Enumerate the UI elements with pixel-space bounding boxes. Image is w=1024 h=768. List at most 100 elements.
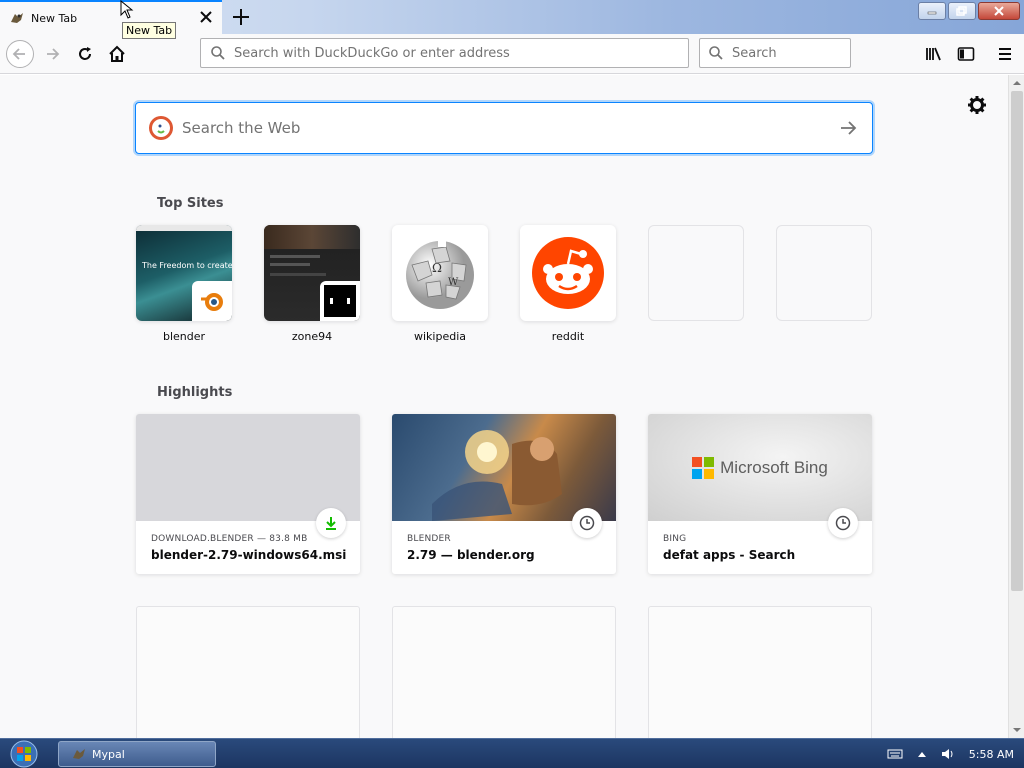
highlight-card-bing[interactable]: Microsoft Bing BING defat apps - Search: [648, 414, 872, 574]
highlight-context: BING: [663, 534, 687, 544]
mypal-taskbar-icon: [73, 749, 85, 759]
top-site-label: reddit: [551, 330, 585, 343]
vertical-scrollbar[interactable]: [1008, 75, 1024, 738]
window-controls: [918, 2, 1020, 20]
top-site-thumbnail[interactable]: [264, 225, 360, 321]
taskbar: Mypal 5:58 AM: [0, 738, 1024, 768]
download-icon: [316, 508, 346, 538]
top-site-thumbnail[interactable]: The Freedom to create: [136, 225, 232, 321]
new-tab-page: Search the Web Top Sites The Freedom to …: [0, 75, 1008, 738]
restore-button[interactable]: [948, 2, 976, 20]
highlight-card-download[interactable]: DOWNLOAD.BLENDER — 83.8 MB blender-2.79-…: [136, 414, 360, 574]
top-site-empty-slot[interactable]: [776, 225, 872, 343]
home-icon: [109, 45, 125, 62]
highlights-heading: Highlights: [157, 385, 233, 400]
hamburger-menu-icon: [999, 48, 1011, 60]
back-button[interactable]: [6, 40, 34, 68]
top-site-thumbnail[interactable]: Ω W: [392, 225, 488, 321]
home-button[interactable]: [103, 40, 131, 68]
microsoft-logo-icon: [692, 456, 715, 479]
address-bar-placeholder: Search with DuckDuckGo or enter address: [234, 45, 510, 61]
highlight-title: 2.79 — blender.org: [407, 548, 535, 562]
mypal-favicon-icon: [11, 13, 23, 23]
top-site-empty-slot[interactable]: [648, 225, 744, 343]
windows-start-icon[interactable]: [8, 740, 40, 768]
volume-icon[interactable]: [941, 747, 955, 761]
highlight-title: blender-2.79-windows64.msi: [151, 548, 347, 562]
restore-icon: [956, 6, 967, 16]
back-arrow-icon: [12, 48, 25, 60]
top-site-placeholder: [648, 225, 744, 321]
top-site-thumbnail[interactable]: [520, 225, 616, 321]
tab-tooltip: New Tab: [122, 22, 177, 39]
highlight-placeholder: [392, 606, 616, 738]
search-icon: [709, 46, 723, 60]
tab-title: New Tab: [31, 11, 78, 25]
zone94-logo-icon: [320, 281, 360, 321]
forward-button[interactable]: [38, 40, 66, 68]
arrow-right-icon[interactable]: [838, 118, 858, 138]
top-sites-heading: Top Sites: [157, 196, 224, 211]
minimize-button[interactable]: [918, 2, 946, 20]
highlight-title: defat apps - Search: [663, 548, 796, 562]
reload-icon: [79, 47, 91, 60]
top-site-label: wikipedia: [413, 330, 466, 343]
highlight-context: DOWNLOAD.BLENDER — 83.8 MB: [151, 534, 308, 544]
highlight-context: BLENDER: [407, 534, 451, 544]
mouse-cursor-icon: [120, 0, 134, 19]
reload-button[interactable]: [71, 40, 99, 68]
svg-text:W: W: [448, 277, 459, 288]
highlight-card-blender[interactable]: BLENDER 2.79 — blender.org: [392, 414, 616, 574]
top-site-blender[interactable]: The Freedom to create blender: [136, 225, 232, 343]
library-button[interactable]: [920, 40, 948, 68]
menu-button[interactable]: [991, 40, 1019, 68]
new-tab-button[interactable]: [230, 6, 252, 28]
forward-arrow-icon: [47, 48, 60, 60]
close-window-button[interactable]: [978, 2, 1020, 20]
scrollbar-thumb[interactable]: [1011, 91, 1023, 591]
navigation-toolbar: Search with DuckDuckGo or enter address …: [0, 34, 1024, 74]
sidebar-icon: [957, 47, 975, 61]
system-tray: 5:58 AM: [887, 739, 1014, 768]
taskbar-item-mypal[interactable]: Mypal: [58, 741, 216, 767]
reddit-logo-icon: [532, 237, 604, 309]
scroll-up-icon[interactable]: [1009, 77, 1024, 89]
bing-thumbnail-text: Microsoft Bing: [720, 457, 828, 477]
highlights-grid: DOWNLOAD.BLENDER — 83.8 MB blender-2.79-…: [136, 414, 872, 574]
blender-splash-image: [432, 430, 562, 521]
address-bar[interactable]: Search with DuckDuckGo or enter address: [200, 38, 689, 68]
scroll-down-icon[interactable]: [1009, 724, 1024, 736]
duckduckgo-logo-icon: [149, 116, 173, 140]
clock-icon: [572, 508, 602, 538]
top-site-reddit[interactable]: reddit: [520, 225, 616, 343]
search-bar[interactable]: Search: [699, 38, 851, 68]
sidebar-toggle-button[interactable]: [952, 40, 980, 68]
search-bar-placeholder: Search: [732, 45, 777, 61]
svg-text:Ω: Ω: [432, 261, 442, 275]
top-sites-grid: The Freedom to create blender zone94 Ω W…: [136, 225, 872, 343]
minimize-icon: [927, 11, 937, 15]
top-site-label: zone94: [291, 330, 333, 343]
highlights-placeholder-row: [136, 606, 872, 738]
top-site-label: blender: [162, 330, 206, 343]
blender-thumbnail-text: The Freedom to create: [142, 261, 232, 270]
gear-icon[interactable]: [967, 95, 987, 115]
clock-time[interactable]: 5:58 AM: [969, 748, 1014, 761]
web-search-placeholder: Search the Web: [182, 119, 301, 137]
highlight-placeholder: [648, 606, 872, 738]
taskbar-item-label: Mypal: [92, 747, 125, 761]
library-icon: [926, 47, 941, 61]
top-site-zone94[interactable]: zone94: [264, 225, 360, 343]
blender-logo-icon: [192, 281, 232, 321]
keyboard-icon[interactable]: [887, 748, 903, 760]
highlight-placeholder: [136, 606, 360, 738]
search-icon: [211, 46, 225, 60]
web-search-box[interactable]: Search the Web: [135, 102, 873, 154]
highlight-thumbnail: Microsoft Bing: [648, 414, 872, 521]
clock-icon: [828, 508, 858, 538]
close-window-icon: [994, 6, 1004, 16]
tab-new-tab[interactable]: New Tab: [0, 0, 222, 34]
close-tab-icon[interactable]: [198, 9, 214, 25]
show-hidden-icons-icon[interactable]: [917, 750, 927, 758]
top-site-wikipedia[interactable]: Ω W wikipedia: [392, 225, 488, 343]
